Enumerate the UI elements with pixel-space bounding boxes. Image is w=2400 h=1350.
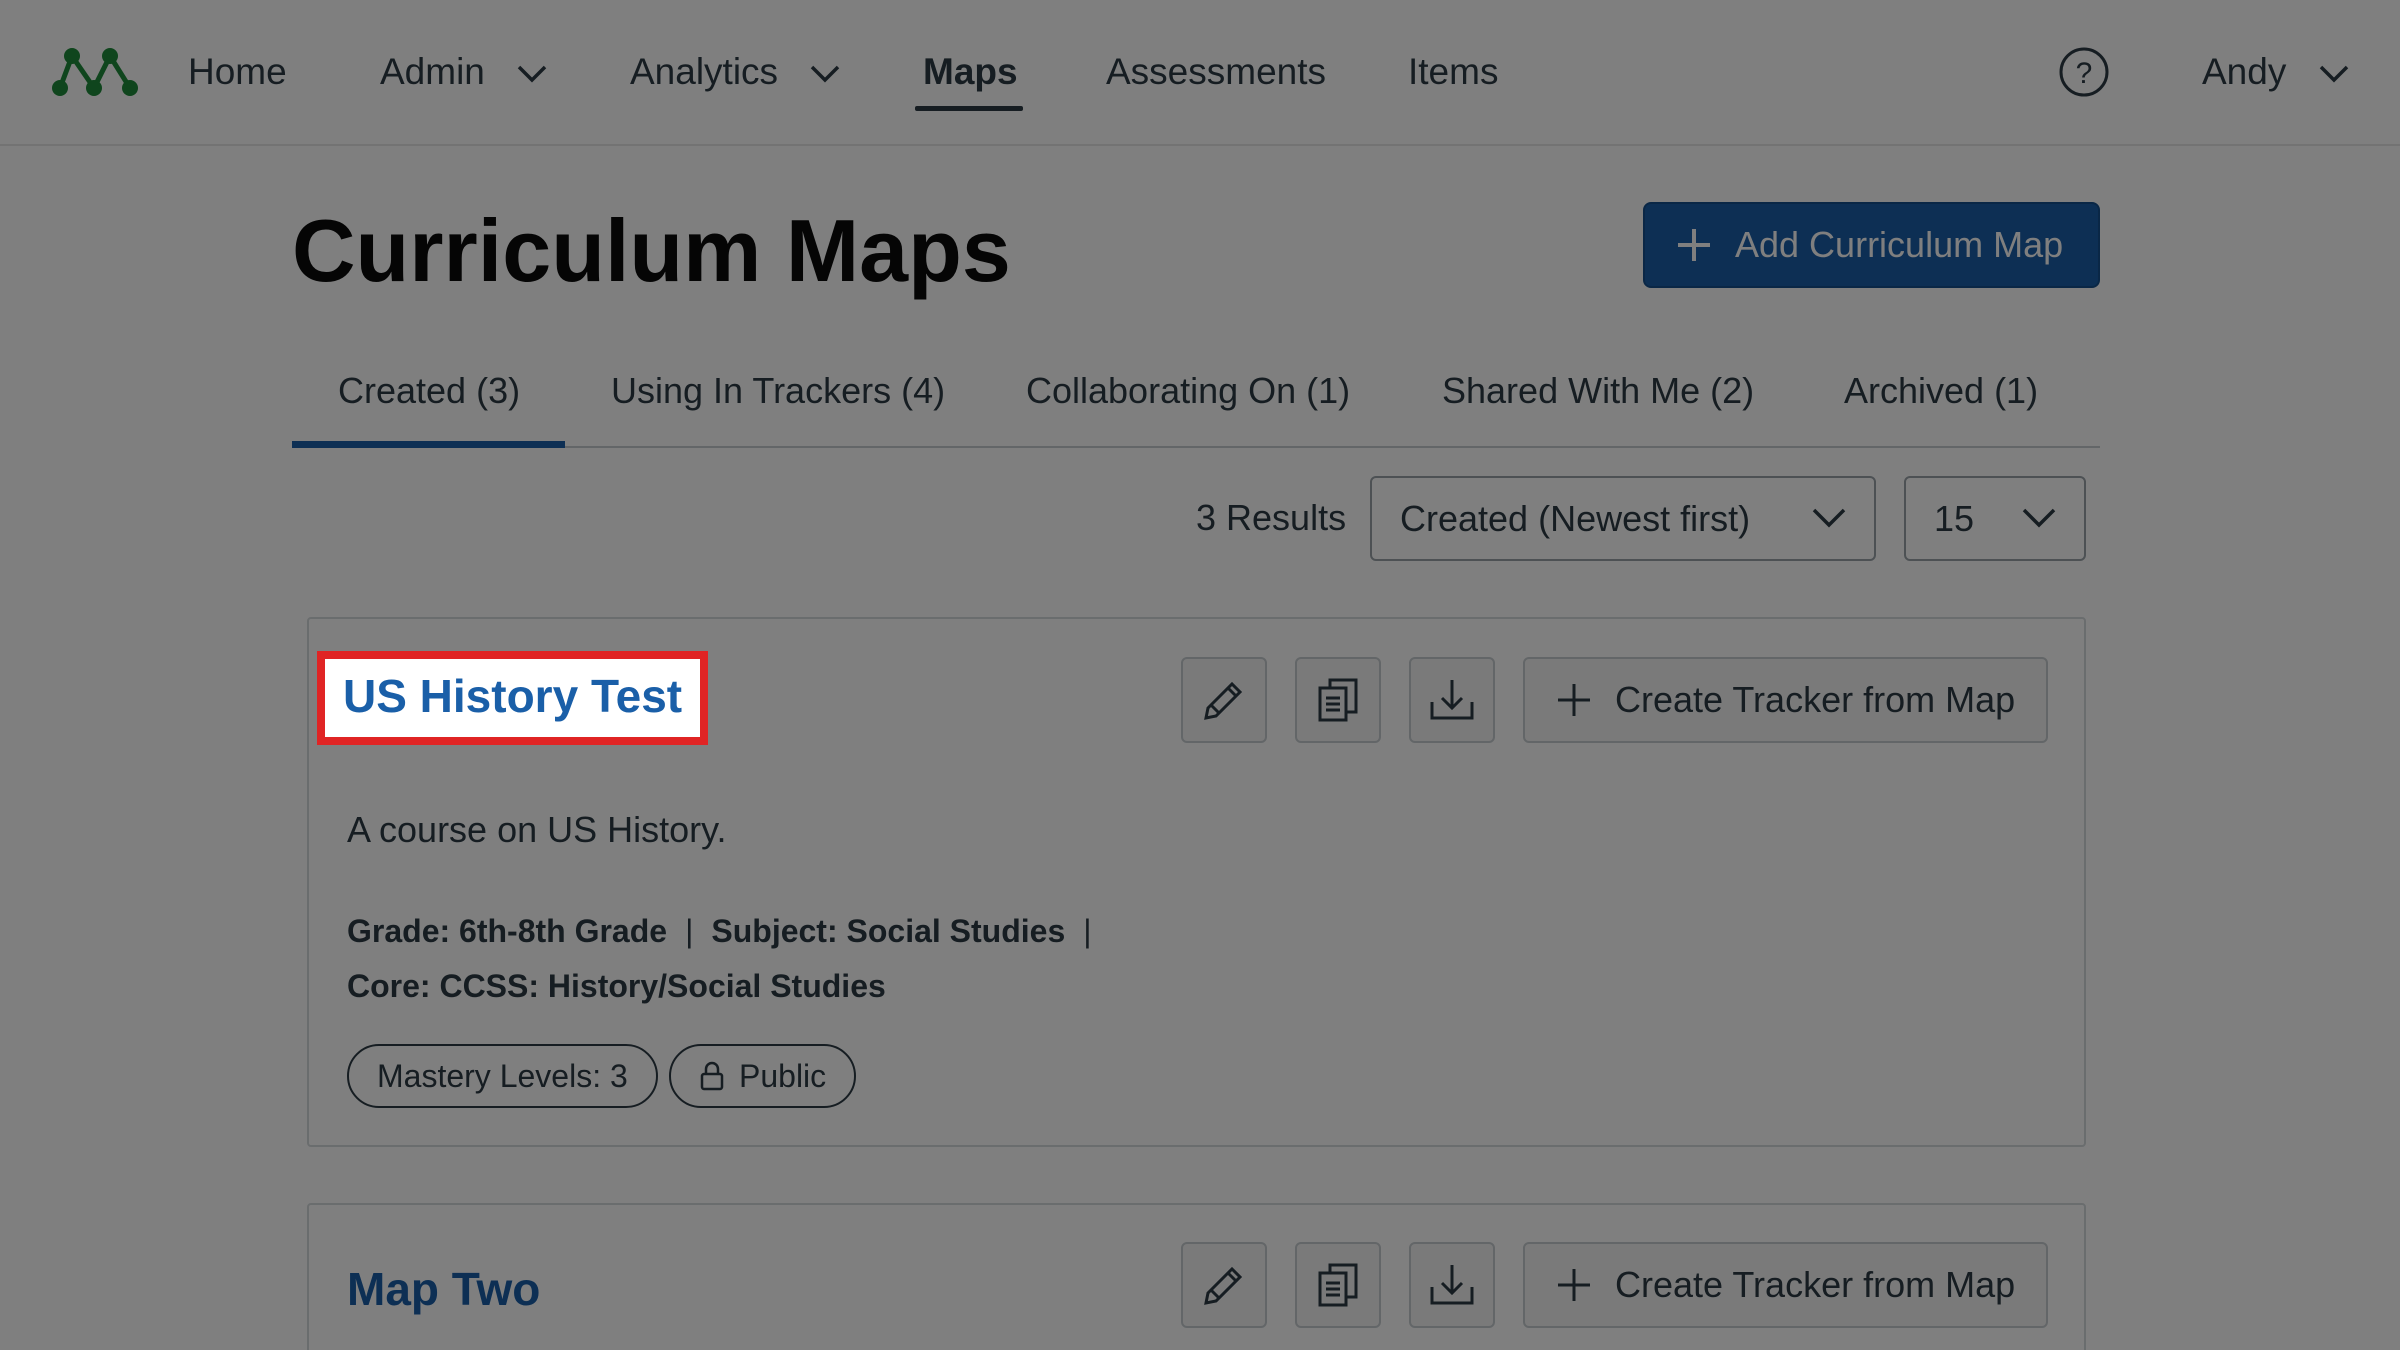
nav-home[interactable]: Home bbox=[188, 44, 287, 100]
plus-icon bbox=[1678, 229, 1710, 261]
plus-icon bbox=[1558, 1269, 1590, 1301]
highlight-box: US History Test bbox=[317, 651, 709, 745]
edit-button[interactable] bbox=[1181, 1242, 1267, 1328]
nav-assessments[interactable]: Assessments bbox=[1106, 44, 1326, 100]
add-curriculum-map-label: Add Curriculum Map bbox=[1735, 224, 2064, 265]
nav-admin-label: Admin bbox=[380, 51, 485, 92]
per-page-select[interactable]: 15 bbox=[1904, 476, 2086, 561]
results-count: 3 Results bbox=[1196, 497, 1347, 538]
tab-active-indicator bbox=[292, 441, 565, 448]
tab-using-in-trackers-label: Using In Trackers (4) bbox=[611, 370, 946, 411]
meta-separator: | bbox=[685, 913, 694, 949]
duplicate-button[interactable] bbox=[1295, 1242, 1381, 1328]
map-grade: Grade: 6th-8th Grade bbox=[347, 913, 668, 949]
map-meta-line-1: Grade: 6th-8th Grade | Subject: Social Stu… bbox=[347, 913, 1110, 950]
plus-icon bbox=[1558, 684, 1590, 716]
create-tracker-label: Create Tracker from Map bbox=[1615, 1264, 2016, 1305]
nav-home-label: Home bbox=[188, 51, 287, 92]
top-navigation: Home Admin Analytics Maps Assessments It… bbox=[0, 0, 2400, 146]
tab-shared-with-me-label: Shared With Me (2) bbox=[1442, 370, 1755, 411]
tab-created[interactable]: Created (3) bbox=[338, 370, 520, 412]
nav-maps-label: Maps bbox=[923, 51, 1018, 92]
nav-maps[interactable]: Maps bbox=[923, 44, 1018, 100]
user-menu[interactable]: Andy bbox=[2202, 44, 2349, 100]
mastery-levels-label: Mastery Levels: 3 bbox=[377, 1057, 628, 1094]
tab-shared-with-me[interactable]: Shared With Me (2) bbox=[1442, 370, 1754, 412]
map-description: A course on US History. bbox=[347, 809, 727, 850]
visibility-badge: Public bbox=[669, 1044, 857, 1108]
user-name: Andy bbox=[2202, 51, 2287, 92]
page-title: Curriculum Maps bbox=[292, 201, 1011, 300]
duplicate-button[interactable] bbox=[1295, 657, 1381, 743]
nav-items-label: Items bbox=[1408, 51, 1499, 92]
mastery-levels-badge: Mastery Levels: 3 bbox=[347, 1044, 658, 1108]
map-title-link[interactable]: Map Two bbox=[347, 1262, 540, 1316]
tab-collaborating-on[interactable]: Collaborating On (1) bbox=[1026, 370, 1350, 412]
pencil-icon bbox=[1204, 1266, 1243, 1305]
sort-select-value: Created (Newest first) bbox=[1400, 497, 1751, 539]
tab-archived-label: Archived (1) bbox=[1844, 370, 2039, 411]
svg-text:?: ? bbox=[2076, 57, 2093, 90]
sort-select[interactable]: Created (Newest first) bbox=[1370, 476, 1876, 561]
create-tracker-label: Create Tracker from Map bbox=[1615, 679, 2016, 720]
copy-icon bbox=[1318, 678, 1358, 722]
nav-active-indicator bbox=[915, 106, 1023, 111]
meta-separator: | bbox=[1083, 913, 1092, 949]
nav-admin[interactable]: Admin bbox=[380, 44, 547, 100]
help-icon[interactable]: ? bbox=[2058, 46, 2110, 98]
edit-button[interactable] bbox=[1181, 657, 1267, 743]
download-button[interactable] bbox=[1409, 1242, 1495, 1328]
chevron-down-icon bbox=[517, 65, 547, 83]
chevron-down-icon bbox=[1812, 508, 1846, 528]
nav-analytics[interactable]: Analytics bbox=[630, 44, 840, 100]
add-curriculum-map-button[interactable]: Add Curriculum Map bbox=[1643, 202, 2100, 288]
chevron-down-icon bbox=[2022, 508, 2056, 528]
map-title-link[interactable]: US History Test bbox=[317, 651, 709, 745]
nav-items[interactable]: Items bbox=[1408, 44, 1498, 100]
map-subject: Subject: Social Studies bbox=[711, 913, 1066, 949]
tab-using-in-trackers[interactable]: Using In Trackers (4) bbox=[611, 370, 945, 412]
lock-icon bbox=[700, 1061, 724, 1091]
pencil-icon bbox=[1204, 681, 1243, 720]
visibility-label: Public bbox=[739, 1057, 827, 1094]
tab-collaborating-on-label: Collaborating On (1) bbox=[1026, 370, 1351, 411]
copy-icon bbox=[1318, 1263, 1358, 1307]
chevron-down-icon bbox=[811, 65, 840, 83]
download-icon bbox=[1430, 680, 1474, 720]
nav-analytics-label: Analytics bbox=[630, 51, 779, 92]
tab-archived[interactable]: Archived (1) bbox=[1844, 370, 2038, 412]
create-tracker-button[interactable]: Create Tracker from Map bbox=[1523, 1242, 2048, 1328]
create-tracker-button[interactable]: Create Tracker from Map bbox=[1523, 657, 2048, 743]
map-core: Core: CCSS: History/Social Studies bbox=[347, 968, 886, 1004]
download-icon bbox=[1430, 1265, 1474, 1305]
nav-assessments-label: Assessments bbox=[1106, 51, 1327, 92]
chevron-down-icon bbox=[2319, 65, 2348, 83]
map-card: Map Two Create Tracker from Map bbox=[307, 1203, 2086, 1350]
app-logo-icon[interactable] bbox=[52, 44, 140, 100]
tab-created-label: Created (3) bbox=[338, 370, 521, 411]
tab-bar: Created (3) Using In Trackers (4) Collab… bbox=[292, 356, 2100, 448]
per-page-select-value: 15 bbox=[1934, 497, 1975, 539]
download-button[interactable] bbox=[1409, 657, 1495, 743]
